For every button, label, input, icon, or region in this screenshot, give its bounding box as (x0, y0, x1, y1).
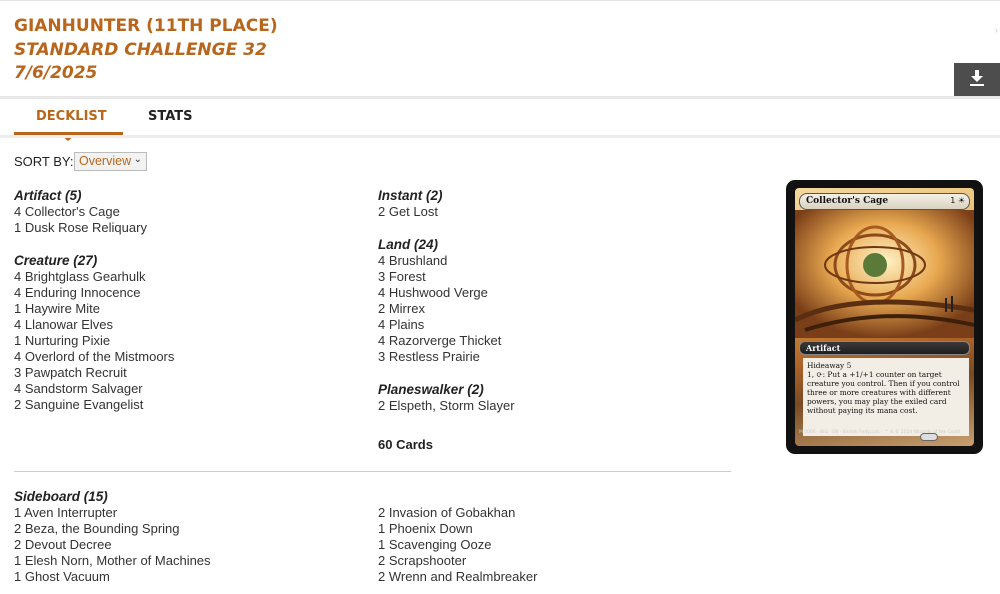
tabs-divider (0, 135, 1000, 138)
card-type-bar: Artifact (799, 341, 970, 355)
card-row[interactable]: 2 Elspeth, Storm Slayer (378, 398, 718, 414)
card-row[interactable]: 1 Nurturing Pixie (14, 333, 354, 349)
maindeck-left-column: Artifact (5) 4 Collector's Cage 1 Dusk R… (14, 188, 354, 413)
card-row[interactable]: 1 Elesh Norn, Mother of Machines (14, 553, 211, 569)
card-row[interactable]: 4 Hushwood Verge (378, 285, 718, 301)
card-artwork (795, 210, 974, 338)
sideboard-right-column: 2 Invasion of Gobakhan 1 Phoenix Down 1 … (378, 505, 537, 585)
card-rules-line: 1, ⟳: Put a +1/+1 counter on target crea… (807, 370, 960, 415)
section-heading-instant: Instant (2) (378, 188, 443, 203)
card-total: 60 Cards (378, 437, 433, 452)
card-row[interactable]: 4 Llanowar Elves (14, 317, 354, 333)
card-row[interactable]: 4 Brightglass Gearhulk (14, 269, 354, 285)
edge-mark: › (994, 25, 998, 36)
card-row[interactable]: 2 Beza, the Bounding Spring (14, 521, 211, 537)
card-row[interactable]: 4 Overlord of the Mistmoors (14, 349, 354, 365)
card-row[interactable]: 1 Scavenging Ooze (378, 537, 537, 553)
card-preview-image: Collector's Cage 1 ☀ Artifact Hideaway 5… (786, 180, 983, 454)
sort-label: SORT BY: (14, 154, 74, 169)
card-row[interactable]: 2 Invasion of Gobakhan (378, 505, 537, 521)
card-row[interactable]: 1 Dusk Rose Reliquary (14, 220, 354, 236)
card-row[interactable]: 2 Scrapshooter (378, 553, 537, 569)
section-heading-sideboard: Sideboard (15) (14, 489, 108, 504)
card-rules-line: Hideaway 5 (807, 361, 852, 370)
card-row[interactable]: 2 Mirrex (378, 301, 718, 317)
card-row[interactable]: 4 Collector's Cage (14, 204, 354, 220)
sort-selected-value: Overview (79, 154, 132, 168)
sideboard-left-column: 1 Aven Interrupter 2 Beza, the Bounding … (14, 505, 211, 585)
tab-decklist[interactable]: DECKLIST (36, 109, 107, 124)
deck-header: GIANHUNTER (11TH PLACE) STANDARD CHALLEN… (0, 0, 1000, 97)
card-row[interactable]: 1 Ghost Vacuum (14, 569, 211, 585)
tab-bar: DECKLIST STATS (0, 99, 1000, 141)
player-title: GIANHUNTER (11TH PLACE) (14, 16, 278, 36)
chevron-down-icon: ⌄ (133, 154, 142, 165)
section-heading-artifact: Artifact (5) (14, 188, 82, 203)
event-name: STANDARD CHALLENGE 32 (14, 40, 267, 60)
tab-stats[interactable]: STATS (148, 109, 193, 124)
card-type-line: Artifact (806, 343, 841, 353)
card-name: Collector's Cage (806, 196, 889, 206)
card-row[interactable]: 4 Razorverge Thicket (378, 333, 718, 349)
download-button[interactable] (954, 63, 1000, 97)
card-row[interactable]: 1 Aven Interrupter (14, 505, 211, 521)
card-rules-text: Hideaway 5 1, ⟳: Put a +1/+1 counter on … (803, 358, 969, 436)
card-row[interactable]: 2 Sanguine Evangelist (14, 397, 354, 413)
card-row[interactable]: 1 Phoenix Down (378, 521, 537, 537)
card-mana-cost: 1 ☀ (950, 196, 965, 205)
section-heading-land: Land (24) (378, 237, 439, 252)
sort-select[interactable]: Overview ⌄ (74, 152, 147, 171)
card-name-bar: Collector's Cage 1 ☀ (799, 193, 970, 210)
maindeck-right-column: Instant (2) 2 Get Lost Land (24) 4 Brush… (378, 188, 718, 414)
sideboard-divider (14, 471, 731, 472)
card-footer: M 0066 · BIG · EN · Bartek Fedyczak · ™ … (799, 430, 961, 435)
card-frame: Collector's Cage 1 ☀ Artifact Hideaway 5… (795, 188, 974, 446)
card-row[interactable]: 1 Haywire Mite (14, 301, 354, 317)
section-heading-creature: Creature (27) (14, 253, 98, 268)
card-row[interactable]: 3 Pawpatch Recruit (14, 365, 354, 381)
card-row[interactable]: 2 Get Lost (378, 204, 718, 220)
download-icon (969, 69, 985, 92)
card-row[interactable]: 3 Forest (378, 269, 718, 285)
card-row[interactable]: 2 Wrenn and Realmbreaker (378, 569, 537, 585)
section-heading-planeswalker: Planeswalker (2) (378, 382, 484, 397)
card-row[interactable]: 4 Plains (378, 317, 718, 333)
card-row[interactable]: 2 Devout Decree (14, 537, 211, 553)
event-date: 7/6/2025 (14, 63, 98, 83)
card-row[interactable]: 4 Brushland (378, 253, 718, 269)
card-row[interactable]: 3 Restless Prairie (378, 349, 718, 365)
card-row[interactable]: 4 Enduring Innocence (14, 285, 354, 301)
card-row[interactable]: 4 Sandstorm Salvager (14, 381, 354, 397)
